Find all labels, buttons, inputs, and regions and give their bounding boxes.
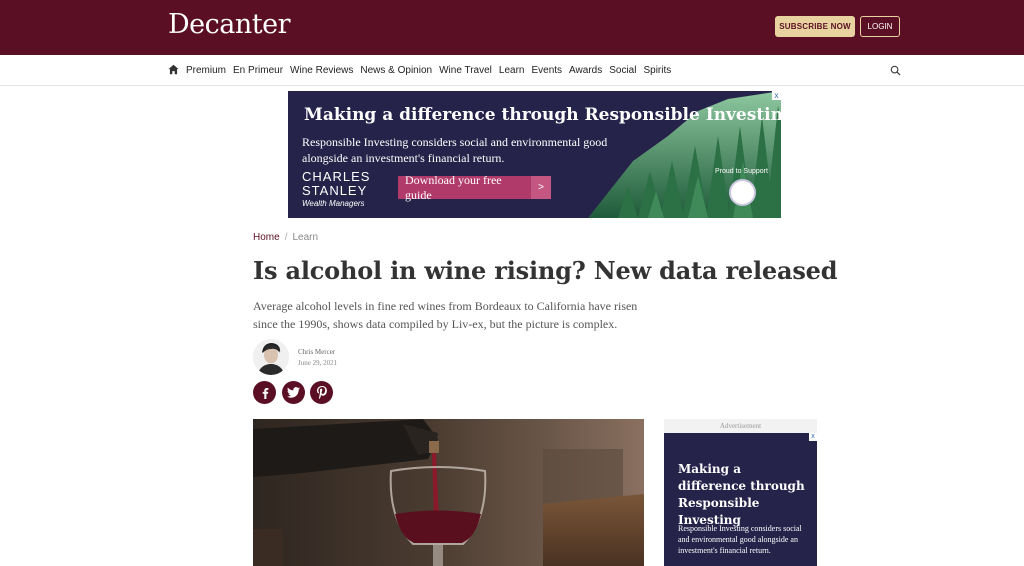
facebook-share-button[interactable] bbox=[253, 381, 276, 404]
pinterest-icon bbox=[316, 386, 327, 399]
author-name[interactable]: Chris Mercer bbox=[298, 348, 335, 356]
pinterest-share-button[interactable] bbox=[310, 381, 333, 404]
ad-headline: Making a difference through Responsible … bbox=[304, 105, 781, 125]
proud-to-support-text: Proud to Support bbox=[715, 168, 768, 175]
charles-stanley-logo: CHARLES STANLEY Wealth Managers bbox=[302, 169, 371, 209]
decanter-logo[interactable]: Decanter bbox=[168, 9, 290, 40]
nav-item-news-opinion[interactable]: News & Opinion bbox=[360, 65, 432, 76]
breadcrumb: Home / Learn bbox=[253, 232, 318, 243]
article-hero-image bbox=[253, 419, 644, 566]
author-avatar[interactable] bbox=[253, 339, 289, 375]
home-icon[interactable] bbox=[168, 64, 179, 75]
author-portrait-icon bbox=[253, 339, 289, 375]
nav-item-awards[interactable]: Awards bbox=[569, 65, 602, 76]
advertisement-label: Advertisement bbox=[664, 419, 817, 433]
article-standfirst: Average alcohol levels in fine red wines… bbox=[253, 299, 638, 331]
ad-close-icon[interactable]: x bbox=[809, 433, 817, 441]
subscribe-button[interactable]: SUBSCRIBE NOW bbox=[775, 16, 855, 37]
login-button[interactable]: LOGIN bbox=[860, 16, 900, 37]
main-nav: Premium En Primeur Wine Reviews News & O… bbox=[0, 55, 1024, 86]
nav-item-wine-travel[interactable]: Wine Travel bbox=[439, 65, 492, 76]
nav-item-social[interactable]: Social bbox=[609, 65, 636, 76]
search-icon[interactable] bbox=[890, 65, 901, 76]
article-title: Is alcohol in wine rising? New data rele… bbox=[253, 256, 838, 285]
breadcrumb-home[interactable]: Home bbox=[253, 232, 280, 243]
banner-advertisement[interactable]: x Making a difference through Responsibl… bbox=[288, 91, 781, 218]
nav-item-spirits[interactable]: Spirits bbox=[643, 65, 671, 76]
ad-body: Responsible Investing considers social a… bbox=[302, 135, 608, 165]
brand-line2: STANLEY bbox=[302, 183, 368, 198]
nav-item-events[interactable]: Events bbox=[531, 65, 562, 76]
brand-line1: CHARLES bbox=[302, 169, 371, 184]
facebook-icon bbox=[262, 387, 268, 399]
charity-badge-icon bbox=[729, 179, 756, 206]
sidebar-advertisement[interactable]: Advertisement x Making a difference thro… bbox=[664, 419, 817, 566]
ad-close-icon[interactable]: x bbox=[772, 91, 781, 100]
nav-item-premium[interactable]: Premium bbox=[186, 65, 226, 76]
twitter-share-button[interactable] bbox=[282, 381, 305, 404]
site-header: Decanter SUBSCRIBE NOW LOGIN bbox=[0, 0, 1024, 55]
twitter-icon bbox=[287, 387, 300, 398]
nav-items: Premium En Primeur Wine Reviews News & O… bbox=[186, 55, 671, 86]
nav-item-en-primeur[interactable]: En Primeur bbox=[233, 65, 283, 76]
nav-item-wine-reviews[interactable]: Wine Reviews bbox=[290, 65, 353, 76]
cta-label: Download your free guide bbox=[398, 173, 531, 202]
chevron-right-icon: > bbox=[531, 176, 551, 199]
breadcrumb-separator: / bbox=[284, 232, 288, 243]
wine-pour-image bbox=[253, 419, 644, 566]
nav-item-learn[interactable]: Learn bbox=[499, 65, 525, 76]
download-guide-button[interactable]: Download your free guide > bbox=[398, 173, 551, 202]
sidebar-ad-body: Responsible Investing considers social a… bbox=[678, 524, 802, 555]
brand-sub: Wealth Managers bbox=[302, 199, 365, 208]
publish-date: June 29, 2021 bbox=[298, 359, 338, 367]
sidebar-ad-headline: Making a difference through Responsible … bbox=[678, 462, 805, 527]
breadcrumb-learn[interactable]: Learn bbox=[292, 232, 318, 243]
